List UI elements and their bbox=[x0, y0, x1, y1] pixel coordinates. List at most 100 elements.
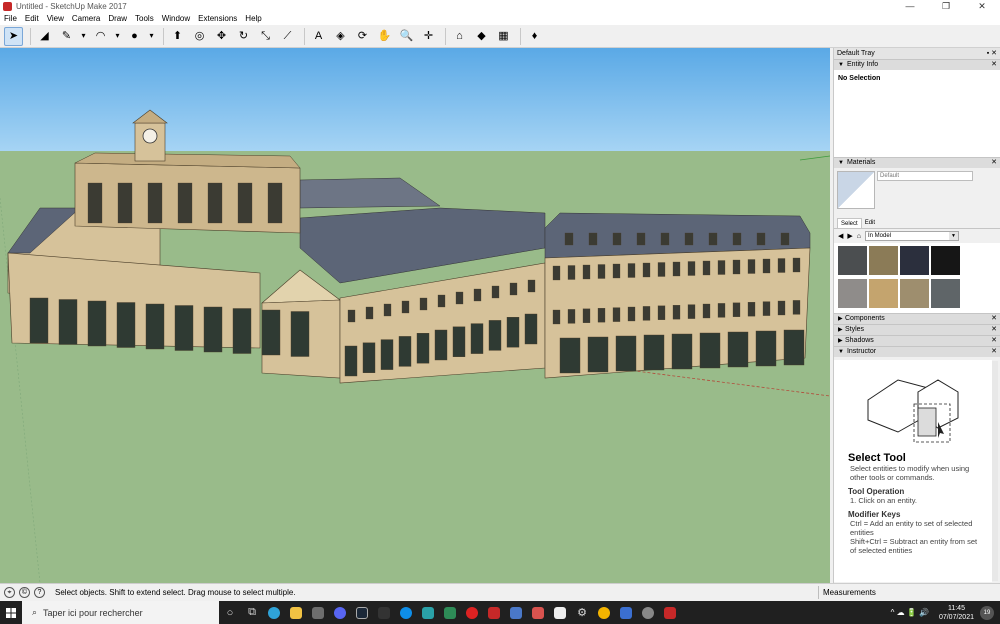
measurements-box[interactable]: Measurements bbox=[818, 586, 1000, 599]
menu-draw[interactable]: Draw bbox=[104, 13, 131, 25]
scale-tool[interactable]: ⤡ bbox=[256, 27, 275, 46]
home-icon[interactable]: ⌂ bbox=[857, 233, 861, 240]
menu-camera[interactable]: Camera bbox=[68, 13, 104, 25]
material-library-select[interactable]: In Model ▼ bbox=[865, 231, 960, 241]
clock[interactable]: 11:45 07/07/2021 bbox=[939, 604, 974, 622]
ruby-tool[interactable]: ♦ bbox=[525, 27, 544, 46]
rotate-tool[interactable]: ↻ bbox=[234, 27, 253, 46]
app-icon-ti[interactable] bbox=[373, 601, 395, 624]
file-explorer-icon[interactable] bbox=[285, 601, 307, 624]
task-view-icon[interactable]: ⧉ bbox=[241, 601, 263, 624]
menu-extensions[interactable]: Extensions bbox=[194, 13, 241, 25]
select-tool[interactable]: ➤ bbox=[4, 26, 23, 46]
store-icon[interactable] bbox=[307, 601, 329, 624]
close-icon[interactable]: ✕ bbox=[991, 314, 997, 324]
material-swatch[interactable] bbox=[869, 279, 898, 308]
material-swatch[interactable] bbox=[900, 246, 929, 275]
windows-start-icon[interactable] bbox=[0, 601, 22, 624]
material-name-field[interactable]: Default bbox=[877, 171, 973, 181]
app-icon-active-sketchup[interactable] bbox=[659, 601, 681, 624]
zoom-tool[interactable]: 🔍 bbox=[397, 27, 416, 46]
material-swatch-preview[interactable] bbox=[837, 171, 875, 209]
entity-info-header[interactable]: ▼ Entity Info ✕ bbox=[834, 59, 1000, 70]
system-tray-icons[interactable]: ^ ☁ 🔋 🔊 bbox=[891, 608, 929, 617]
menu-file[interactable]: File bbox=[0, 13, 21, 25]
forward-arrow-icon[interactable]: ▶ bbox=[847, 232, 852, 240]
shape-dropdown[interactable]: ▾ bbox=[147, 27, 156, 46]
pan-tool[interactable]: ✋ bbox=[375, 27, 394, 46]
model-viewport[interactable] bbox=[0, 48, 830, 583]
back-arrow-icon[interactable]: ◀ bbox=[838, 232, 843, 240]
move-tool[interactable]: ✥ bbox=[212, 27, 231, 46]
sketchup-taskbar-icon[interactable] bbox=[483, 601, 505, 624]
building-window bbox=[660, 232, 670, 246]
discord-icon[interactable] bbox=[329, 601, 351, 624]
app-icon-checklist[interactable] bbox=[615, 601, 637, 624]
edge-icon[interactable] bbox=[263, 601, 285, 624]
maximize-button[interactable]: ❐ bbox=[928, 0, 964, 13]
panel-header-styles[interactable]: ▶ Styles ✕ bbox=[834, 324, 1000, 335]
select-tool-illustration bbox=[867, 379, 959, 443]
panel-header-shadows[interactable]: ▶ Shadows ✕ bbox=[834, 335, 1000, 346]
send-to-layout-tool[interactable]: ▦ bbox=[494, 27, 513, 46]
extension-warehouse-tool[interactable]: ◆ bbox=[472, 27, 491, 46]
instructor-scrollbar[interactable] bbox=[992, 361, 998, 581]
geo-location-icon[interactable]: ⌖ bbox=[4, 587, 15, 598]
app-icon-shield[interactable] bbox=[527, 601, 549, 624]
tab-edit[interactable]: Edit bbox=[862, 218, 878, 228]
line-dropdown[interactable]: ▾ bbox=[79, 27, 88, 46]
app-icon-red-circle[interactable] bbox=[461, 601, 483, 624]
app-icon-white[interactable] bbox=[549, 601, 571, 624]
material-swatch[interactable] bbox=[931, 279, 960, 308]
arc-dropdown[interactable]: ▾ bbox=[113, 27, 122, 46]
zoom-extents-tool[interactable]: ✛ bbox=[419, 27, 438, 46]
material-swatch[interactable] bbox=[838, 279, 867, 308]
orbit-tool[interactable]: ⟳ bbox=[353, 27, 372, 46]
menu-window[interactable]: Window bbox=[158, 13, 194, 25]
teamviewer-icon[interactable] bbox=[395, 601, 417, 624]
menu-help[interactable]: Help bbox=[241, 13, 265, 25]
pin-icon[interactable]: ▪ ✕ bbox=[987, 48, 997, 59]
text-tool[interactable]: A bbox=[309, 27, 328, 46]
close-icon[interactable]: ✕ bbox=[991, 325, 997, 335]
settings-icon[interactable]: ⚙ bbox=[571, 601, 593, 624]
app-icon-3[interactable] bbox=[417, 601, 439, 624]
app-icon-green[interactable] bbox=[439, 601, 461, 624]
arc-tool[interactable]: ◠ bbox=[91, 27, 110, 46]
panel-header-components[interactable]: ▶ Components ✕ bbox=[834, 313, 1000, 324]
close-button[interactable]: ✕ bbox=[964, 0, 1000, 13]
menu-view[interactable]: View bbox=[43, 13, 68, 25]
close-icon[interactable]: ✕ bbox=[991, 158, 997, 168]
shape-tool[interactable]: ● bbox=[125, 27, 144, 46]
warehouse-tool[interactable]: ⌂ bbox=[450, 27, 469, 46]
chrome-icon[interactable] bbox=[593, 601, 615, 624]
building-model[interactable] bbox=[0, 48, 830, 583]
material-swatch[interactable] bbox=[931, 246, 960, 275]
menu-edit[interactable]: Edit bbox=[21, 13, 43, 25]
paint-bucket-tool[interactable]: ◈ bbox=[331, 27, 350, 46]
menu-tools[interactable]: Tools bbox=[131, 13, 158, 25]
pencil-line-tool[interactable]: ✎ bbox=[57, 27, 76, 46]
notification-badge[interactable]: 19 bbox=[980, 605, 994, 620]
push-pull-tool[interactable]: ⬆ bbox=[168, 27, 187, 46]
taskbar-search-input[interactable]: ⌕ Taper ici pour rechercher bbox=[22, 601, 219, 624]
tab-select[interactable]: Select bbox=[837, 218, 862, 228]
tape-measure-tool[interactable]: ⟋ bbox=[278, 27, 297, 46]
close-icon[interactable]: ✕ bbox=[991, 336, 997, 346]
app-icon-blue[interactable] bbox=[505, 601, 527, 624]
credits-icon[interactable]: © bbox=[19, 587, 30, 598]
instructor-header[interactable]: ▼ Instructor ✕ bbox=[834, 346, 1000, 357]
materials-header[interactable]: ▼ Materials ✕ bbox=[834, 157, 1000, 168]
help-icon[interactable]: ? bbox=[34, 587, 45, 598]
steam-icon[interactable] bbox=[351, 601, 373, 624]
material-swatch[interactable] bbox=[869, 246, 898, 275]
cortana-icon[interactable]: ○ bbox=[219, 601, 241, 624]
app-icon-circle-grey[interactable] bbox=[637, 601, 659, 624]
minimize-button[interactable]: — bbox=[892, 0, 928, 13]
eraser-tool[interactable]: ◢ bbox=[35, 27, 54, 46]
material-swatch[interactable] bbox=[838, 246, 867, 275]
close-icon[interactable]: ✕ bbox=[991, 60, 997, 70]
offset-tool[interactable]: ◎ bbox=[190, 27, 209, 46]
material-swatch[interactable] bbox=[900, 279, 929, 308]
close-icon[interactable]: ✕ bbox=[991, 347, 997, 357]
